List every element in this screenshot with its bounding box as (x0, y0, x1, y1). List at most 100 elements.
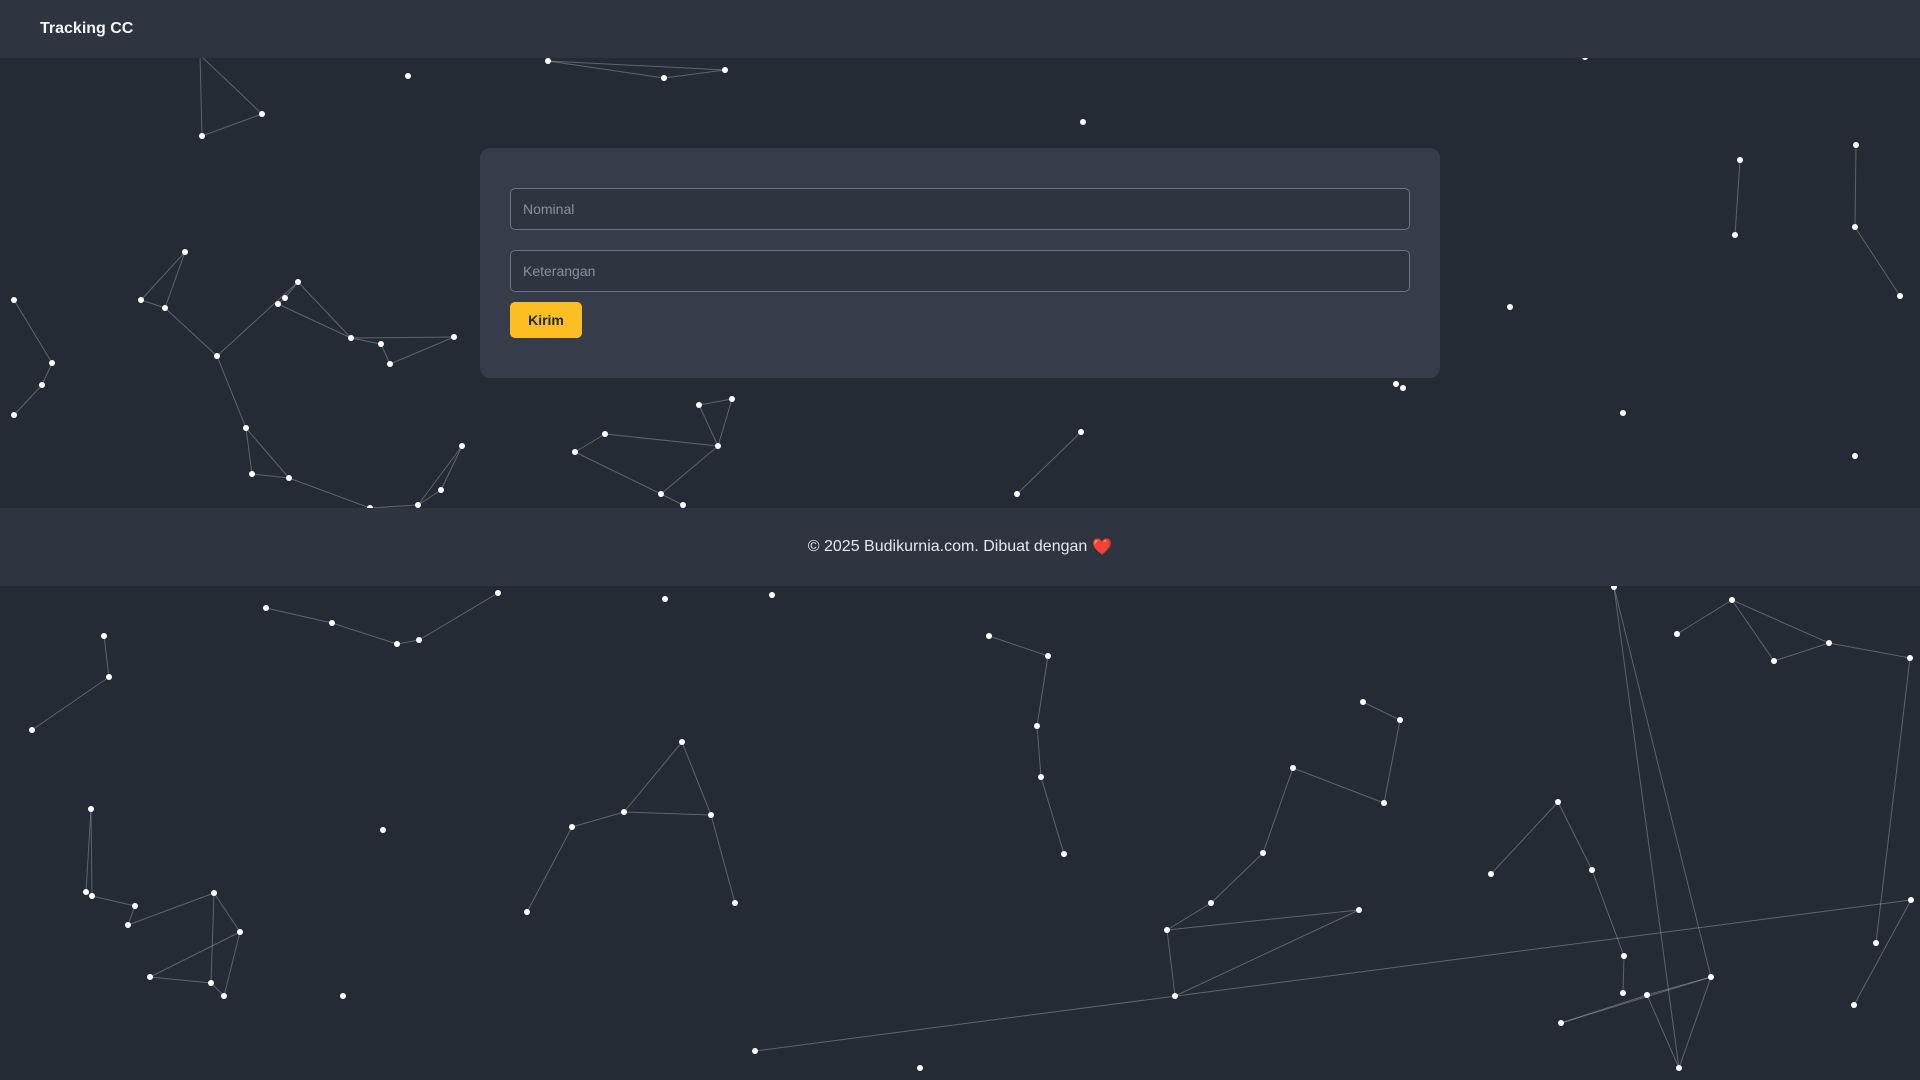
particle-dot (182, 249, 188, 255)
particle-link (1591, 869, 1625, 957)
particle-link (396, 639, 420, 645)
particle-dot (1172, 993, 1178, 999)
particle-link (164, 251, 186, 309)
particle-link (1166, 909, 1360, 931)
particle-dot (83, 889, 89, 895)
particle-link (571, 811, 625, 828)
particle-dot (1393, 381, 1399, 387)
particle-dot (572, 449, 578, 455)
particle-link (245, 427, 253, 475)
particle-dot (282, 295, 288, 301)
particle-dot (214, 353, 220, 359)
particle-link (288, 477, 371, 509)
particle-link (663, 69, 726, 79)
particle-dot (1290, 765, 1296, 771)
particle-dot (986, 633, 992, 639)
particle-link (1210, 852, 1264, 904)
particle-link (245, 427, 290, 479)
particle-dot (199, 133, 205, 139)
navbar: Tracking CC (0, 0, 1920, 58)
particle-dot (1260, 850, 1266, 856)
particle-link (1036, 725, 1042, 778)
particle-dot (1400, 385, 1406, 391)
particle-link (85, 808, 92, 893)
particle-link (350, 336, 455, 339)
particle-dot (11, 297, 17, 303)
particle-link (216, 355, 247, 429)
particle-dot (1674, 631, 1680, 637)
particle-dot (132, 903, 138, 909)
particle-link (1678, 976, 1712, 1069)
particle-dot (208, 980, 214, 986)
particle-dot (138, 297, 144, 303)
particle-link (440, 445, 463, 491)
particle-dot (752, 1048, 758, 1054)
particle-dot (1852, 224, 1858, 230)
particle-dot (11, 412, 17, 418)
particle-dot (545, 58, 551, 64)
particle-dot (679, 739, 685, 745)
particle-link (526, 826, 573, 913)
particle-link (164, 307, 218, 357)
particle-dot (459, 443, 465, 449)
particle-link (1875, 657, 1911, 944)
particle-dot (917, 1065, 923, 1071)
particle-link (604, 433, 719, 447)
particle-link (216, 281, 299, 357)
particle-dot (524, 909, 530, 915)
particle-dot (1061, 851, 1067, 857)
particle-dot (1014, 491, 1020, 497)
particle-dot (125, 922, 131, 928)
particle-link (149, 931, 241, 978)
particle-link (1560, 976, 1712, 1024)
particle-link (31, 676, 110, 731)
particle-link (1854, 144, 1857, 228)
particle-dot (1873, 940, 1879, 946)
particle-dot (658, 491, 664, 497)
particle-dot (662, 596, 668, 602)
particle-dot (1164, 927, 1170, 933)
particle-link (623, 741, 683, 813)
particle-dot (405, 73, 411, 79)
particle-dot (1555, 799, 1561, 805)
kirim-button[interactable]: Kirim (510, 302, 582, 338)
particle-link (1166, 929, 1176, 997)
particle-dot (1356, 907, 1362, 913)
particle-dot (621, 809, 627, 815)
particle-link (574, 451, 662, 495)
particle-dot (569, 824, 575, 830)
particle-link (1036, 655, 1049, 727)
nominal-input[interactable] (510, 188, 1410, 230)
particle-link (1174, 909, 1360, 997)
particle-link (1773, 642, 1830, 662)
particle-dot (1397, 717, 1403, 723)
particle-dot (237, 929, 243, 935)
particle-dot (1558, 1020, 1564, 1026)
particle-dot (1034, 723, 1040, 729)
particle-dot (275, 301, 281, 307)
particle-link (1557, 801, 1593, 871)
particle-dot (1732, 232, 1738, 238)
particle-link (251, 473, 290, 479)
particle-link (41, 362, 53, 386)
particle-link (1853, 899, 1912, 1006)
particle-link (1262, 767, 1294, 854)
transaction-form-card: Kirim (480, 148, 1440, 378)
particle-dot (329, 620, 335, 626)
transaction-form: Kirim (510, 188, 1410, 338)
particle-link (988, 635, 1049, 657)
brand-link[interactable]: Tracking CC (40, 20, 133, 38)
particle-dot (380, 827, 386, 833)
particle-dot (1360, 699, 1366, 705)
particle-dot (259, 111, 265, 117)
particle-link (1362, 701, 1401, 721)
particle-link (717, 398, 733, 447)
particle-dot (162, 305, 168, 311)
particle-dot (1826, 640, 1832, 646)
keterangan-input[interactable] (510, 250, 1410, 292)
particle-link (660, 445, 719, 495)
heart-icon: ❤️ (1092, 539, 1113, 556)
particle-dot (1620, 990, 1626, 996)
particle-dot (1771, 658, 1777, 664)
particle-dot (729, 396, 735, 402)
